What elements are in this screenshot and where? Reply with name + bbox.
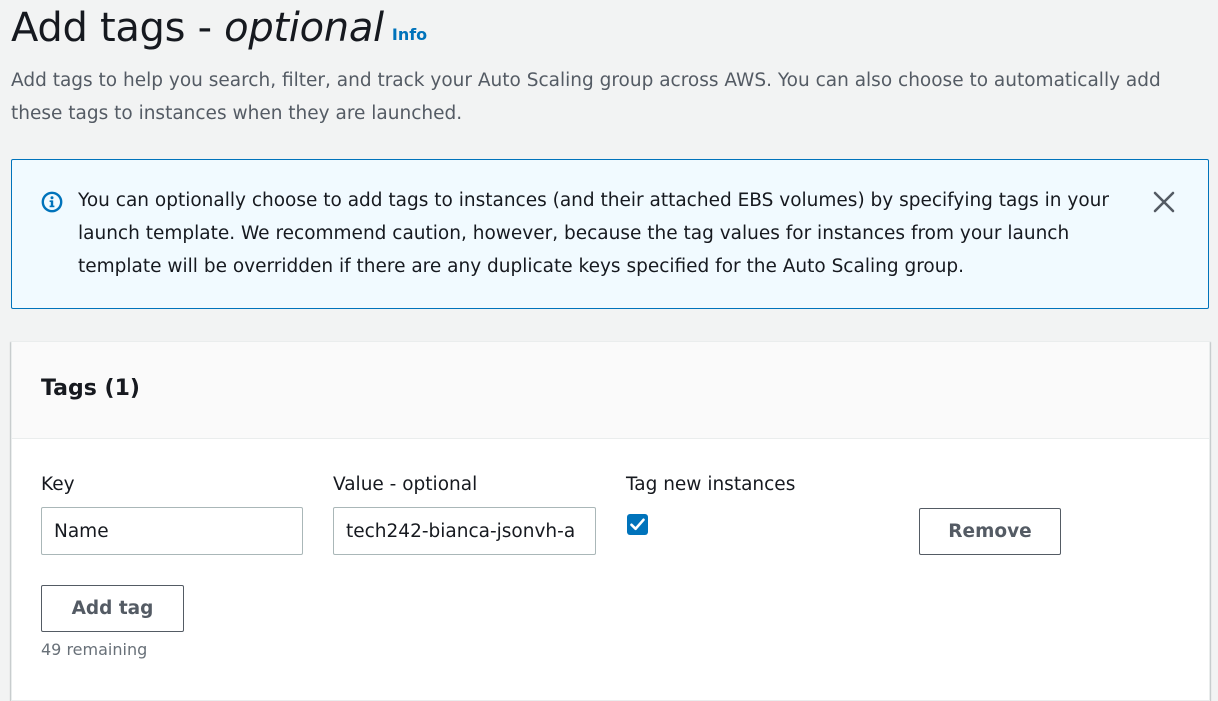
alert-message: You can optionally choose to add tags to… bbox=[78, 190, 1110, 277]
key-label: Key bbox=[41, 474, 75, 495]
info-link[interactable]: Info bbox=[392, 25, 427, 44]
page-title: Add tags - optional Info bbox=[11, 2, 427, 61]
info-circle-icon bbox=[41, 191, 63, 213]
checkmark-icon bbox=[630, 518, 645, 531]
value-label: Value - optional bbox=[333, 474, 478, 495]
tag-new-instances-checkbox[interactable] bbox=[627, 514, 648, 535]
tags-remaining-count: 49 remaining bbox=[41, 640, 148, 659]
panel-header: Tags (1) bbox=[12, 342, 1209, 439]
tags-panel: Tags (1) Key Value - optional Tag new in… bbox=[11, 341, 1210, 701]
page-title-main: Add tags - bbox=[11, 5, 212, 51]
close-icon[interactable] bbox=[1150, 188, 1178, 216]
tag-value-input[interactable] bbox=[333, 507, 596, 555]
page-description: Add tags to help you search, filter, and… bbox=[11, 70, 1161, 124]
page-title-optional: optional bbox=[224, 5, 384, 51]
add-tag-button[interactable]: Add tag bbox=[41, 585, 184, 632]
tag-new-instances-label: Tag new instances bbox=[626, 474, 796, 495]
tags-panel-title: Tags (1) bbox=[41, 376, 140, 401]
remove-tag-button[interactable]: Remove bbox=[919, 508, 1061, 555]
tag-key-input[interactable] bbox=[41, 507, 303, 555]
info-alert: You can optionally choose to add tags to… bbox=[11, 159, 1209, 309]
